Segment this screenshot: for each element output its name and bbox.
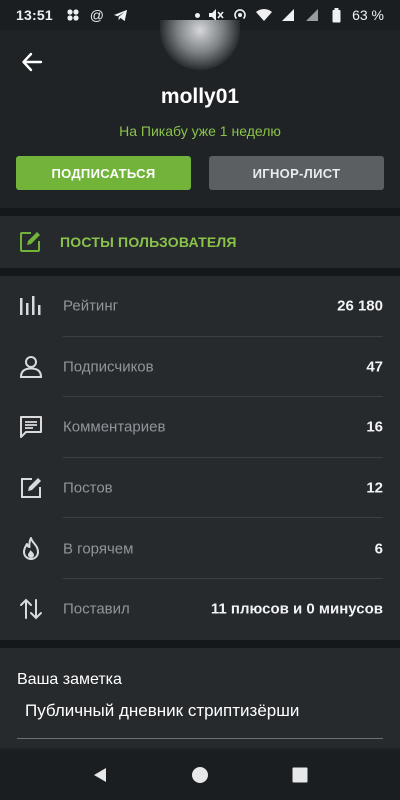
note-title: Ваша заметка	[17, 671, 122, 688]
notification-dot-icon	[195, 12, 201, 18]
user-note: Ваша заметка Публичный дневник стриптизё…	[0, 648, 400, 748]
note-field[interactable]: Публичный дневник стриптизёрши	[25, 701, 299, 721]
stat-posts: Постов 12	[0, 458, 400, 519]
stat-value: 6	[374, 540, 383, 558]
divider	[0, 268, 400, 276]
divider	[0, 640, 400, 648]
avatar[interactable]	[160, 20, 240, 70]
signal2-icon	[304, 7, 320, 23]
nav-back-icon[interactable]	[83, 758, 117, 792]
status-time: 13:51	[16, 7, 53, 23]
stat-value: 11 плюсов и 0 минусов	[210, 600, 383, 618]
dots-grid-icon	[65, 7, 81, 23]
stat-value: 26 180	[337, 297, 383, 315]
battery-percent: 63 %	[352, 7, 384, 23]
at-icon: @	[89, 7, 104, 23]
wifi-icon	[256, 7, 273, 23]
sort-arrows-icon	[18, 596, 44, 622]
fire-icon	[18, 536, 44, 562]
stat-value: 16	[366, 418, 383, 436]
nav-home-icon[interactable]	[183, 758, 217, 792]
stat-votes: Поставил 11 плюсов и 0 минусов	[0, 579, 400, 640]
divider	[0, 208, 400, 216]
stat-comments: Комментариев 16	[0, 397, 400, 458]
telegram-icon	[113, 7, 129, 23]
stat-label: Комментариев	[63, 418, 166, 436]
stat-value: 47	[366, 358, 383, 376]
rating-bars-icon	[18, 293, 44, 319]
signal-icon	[280, 7, 296, 23]
stat-hot: В горячем 6	[0, 518, 400, 579]
battery-icon	[328, 7, 344, 23]
stat-label: Поставил	[63, 600, 130, 618]
member-since: На Пикабу уже 1 неделю	[119, 123, 281, 139]
system-nav-bar	[0, 750, 400, 800]
user-posts-link[interactable]: ПОСТЫ ПОЛЬЗОВАТЕЛЯ	[0, 216, 400, 268]
person-icon	[18, 354, 44, 380]
note-underline	[17, 738, 383, 739]
stat-label: В горячем	[63, 540, 134, 558]
subscribe-button[interactable]: ПОДПИСАТЬСЯ	[16, 156, 191, 190]
comment-icon	[18, 414, 44, 440]
edit-icon	[18, 230, 42, 254]
stat-subscribers: Подписчиков 47	[0, 337, 400, 398]
back-arrow-icon[interactable]	[18, 48, 46, 76]
stat-label: Постов	[63, 479, 113, 497]
profile-header: molly01 На Пикабу уже 1 неделю ПОДПИСАТЬ…	[0, 20, 400, 208]
stat-label: Рейтинг	[63, 297, 119, 315]
ignore-list-button[interactable]: ИГНОР-ЛИСТ	[209, 156, 384, 190]
edit-icon	[18, 475, 44, 501]
nav-recents-icon[interactable]	[283, 758, 317, 792]
user-posts-label: ПОСТЫ ПОЛЬЗОВАТЕЛЯ	[60, 234, 237, 250]
stats-list: Рейтинг 26 180 Подписчиков 47 Комментари…	[0, 276, 400, 640]
stat-value: 12	[366, 479, 383, 497]
stat-label: Подписчиков	[63, 358, 154, 376]
stat-rating: Рейтинг 26 180	[0, 276, 400, 337]
username: molly01	[160, 85, 240, 108]
